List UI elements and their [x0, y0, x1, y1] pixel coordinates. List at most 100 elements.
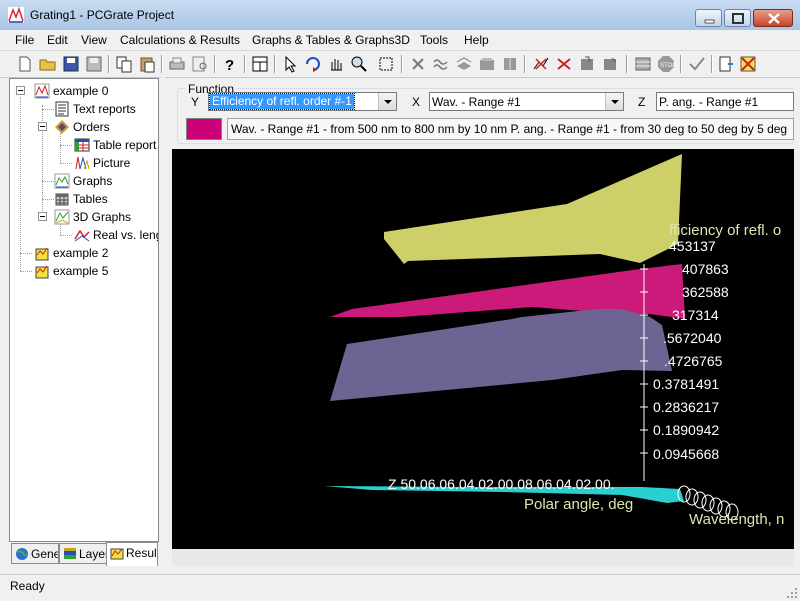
help-icon[interactable]: ?: [220, 54, 240, 74]
x-function-value: Wav. - Range #1: [432, 95, 521, 109]
project-icon: [35, 247, 49, 261]
y-axis-title: fficiency of refl. o: [669, 222, 781, 239]
check-calc-icon[interactable]: [687, 54, 707, 74]
graph-project-icon: [34, 83, 50, 99]
z-axis-label: Z: [638, 95, 646, 109]
tab-label: Result: [126, 546, 158, 560]
rotate-icon[interactable]: [303, 54, 323, 74]
open-folder-icon[interactable]: [38, 54, 58, 74]
report-icon[interactable]: [716, 54, 736, 74]
tree-item-label: example 5: [53, 264, 109, 278]
menu-edit[interactable]: Edit: [47, 33, 68, 47]
print-preview-icon[interactable]: [190, 54, 210, 74]
panel-splitter[interactable]: [161, 76, 165, 568]
tab-label: Layer: [79, 547, 107, 561]
fit-view-icon[interactable]: [376, 54, 396, 74]
y-function-select[interactable]: Efficiency of refl. order #-1: [208, 92, 397, 111]
graph-x-icon[interactable]: [531, 54, 551, 74]
tree-item-label: example 0: [53, 84, 109, 98]
3d-graphs-icon: [54, 209, 70, 225]
delete-icon[interactable]: [408, 54, 428, 74]
picture-icon: [75, 156, 90, 170]
layers-icon[interactable]: [454, 54, 474, 74]
graph-h-scrollbar[interactable]: [172, 549, 794, 566]
x-axis-title: Wavelength, n: [689, 511, 784, 528]
orders-icon: [55, 120, 69, 134]
print-icon[interactable]: [167, 54, 187, 74]
export-icon[interactable]: [577, 54, 597, 74]
layers-tab-icon: [64, 548, 76, 559]
tab-results[interactable]: Result: [106, 542, 158, 566]
tree-item-label: Table report: [93, 138, 157, 152]
y-tick-label: .5672040: [663, 330, 722, 346]
chevron-down-icon[interactable]: [605, 93, 623, 110]
save-icon[interactable]: [61, 54, 81, 74]
surface-purple: [330, 309, 672, 401]
stack-icon[interactable]: [477, 54, 497, 74]
pointer-icon[interactable]: [280, 54, 300, 74]
menu-graphs-tables[interactable]: Graphs & Tables & Graphs3D: [252, 33, 410, 47]
window-title: Grating1 - PCGrate Project: [30, 8, 175, 22]
project-icon: [35, 265, 49, 279]
tree-item-label: Graphs: [73, 174, 113, 188]
menu-tools[interactable]: Tools: [420, 33, 448, 47]
expander-example-0[interactable]: [16, 86, 25, 95]
graph3d-canvas[interactable]: fficiency of refl. o 453137 407863 36258…: [172, 149, 794, 549]
z-function-select[interactable]: P. ang. - Range #1: [656, 92, 794, 111]
tree-item-label: 3D Graphs: [73, 210, 132, 224]
grid-x-icon[interactable]: [554, 54, 574, 74]
copy-icon[interactable]: [114, 54, 134, 74]
close-button[interactable]: [753, 9, 793, 27]
tab-general[interactable]: Gene: [11, 543, 59, 564]
globe-icon: [16, 548, 28, 560]
y-tick-label: 0.3781491: [653, 376, 719, 392]
y-tick-label: .4726765: [664, 353, 723, 369]
tables-icon: [55, 193, 69, 206]
zoom-icon[interactable]: [349, 54, 369, 74]
x-axis-label: X: [412, 95, 421, 109]
expander-orders[interactable]: [38, 122, 47, 131]
tree-item-label: Picture: [93, 156, 131, 170]
maximize-button[interactable]: [724, 9, 751, 27]
tree-item-label: Orders: [73, 120, 110, 134]
pan-hand-icon[interactable]: [326, 54, 346, 74]
minimize-button[interactable]: [695, 9, 722, 27]
stop-icon[interactable]: STOP: [656, 54, 676, 74]
graphs-icon: [54, 173, 70, 189]
tab-layers[interactable]: Layer: [59, 543, 107, 564]
menu-calculations-results[interactable]: Calculations & Results: [120, 33, 240, 47]
graph3d-view[interactable]: fficiency of refl. o 453137 407863 36258…: [172, 149, 794, 549]
resize-grip-icon[interactable]: [786, 587, 798, 599]
menu-bar: File Edit View Calculations & Results Gr…: [0, 30, 800, 50]
maximize-icon: [732, 13, 744, 24]
clear-icon[interactable]: [738, 54, 758, 74]
minimize-icon: [704, 19, 715, 24]
y-tick-label: 0.0945668: [653, 446, 719, 462]
svg-text:STOP: STOP: [660, 63, 676, 69]
chevron-down-icon[interactable]: [378, 93, 396, 110]
table-icon[interactable]: [633, 54, 653, 74]
surface-yellow: [384, 154, 682, 264]
menu-file[interactable]: File: [15, 33, 34, 47]
paste-icon[interactable]: [137, 54, 157, 74]
wave-icon[interactable]: [431, 54, 451, 74]
expander-3d-graphs[interactable]: [38, 212, 47, 221]
status-text: Ready: [10, 579, 45, 593]
tree-item-label: Tables: [73, 192, 108, 206]
save-all-icon[interactable]: [84, 54, 104, 74]
close-icon: [768, 13, 780, 24]
project-tree[interactable]: example 0 Text reports Orders Table repo…: [9, 78, 159, 542]
surface-magenta: [330, 264, 685, 319]
menu-help[interactable]: Help: [464, 33, 489, 47]
new-file-icon[interactable]: [15, 54, 35, 74]
z-function-value: P. ang. - Range #1: [659, 95, 759, 109]
y-function-value: Efficiency of refl. order #-1: [209, 93, 355, 110]
layout-icon[interactable]: [250, 54, 270, 74]
color-swatch[interactable]: [186, 118, 222, 140]
menu-view[interactable]: View: [81, 33, 107, 47]
z-axis-title: Polar angle, deg: [524, 496, 633, 513]
range-description: Wav. - Range #1 - from 500 nm to 800 nm …: [227, 118, 794, 140]
book-icon[interactable]: [500, 54, 520, 74]
export2-icon[interactable]: [600, 54, 620, 74]
x-function-select[interactable]: Wav. - Range #1: [429, 92, 624, 111]
